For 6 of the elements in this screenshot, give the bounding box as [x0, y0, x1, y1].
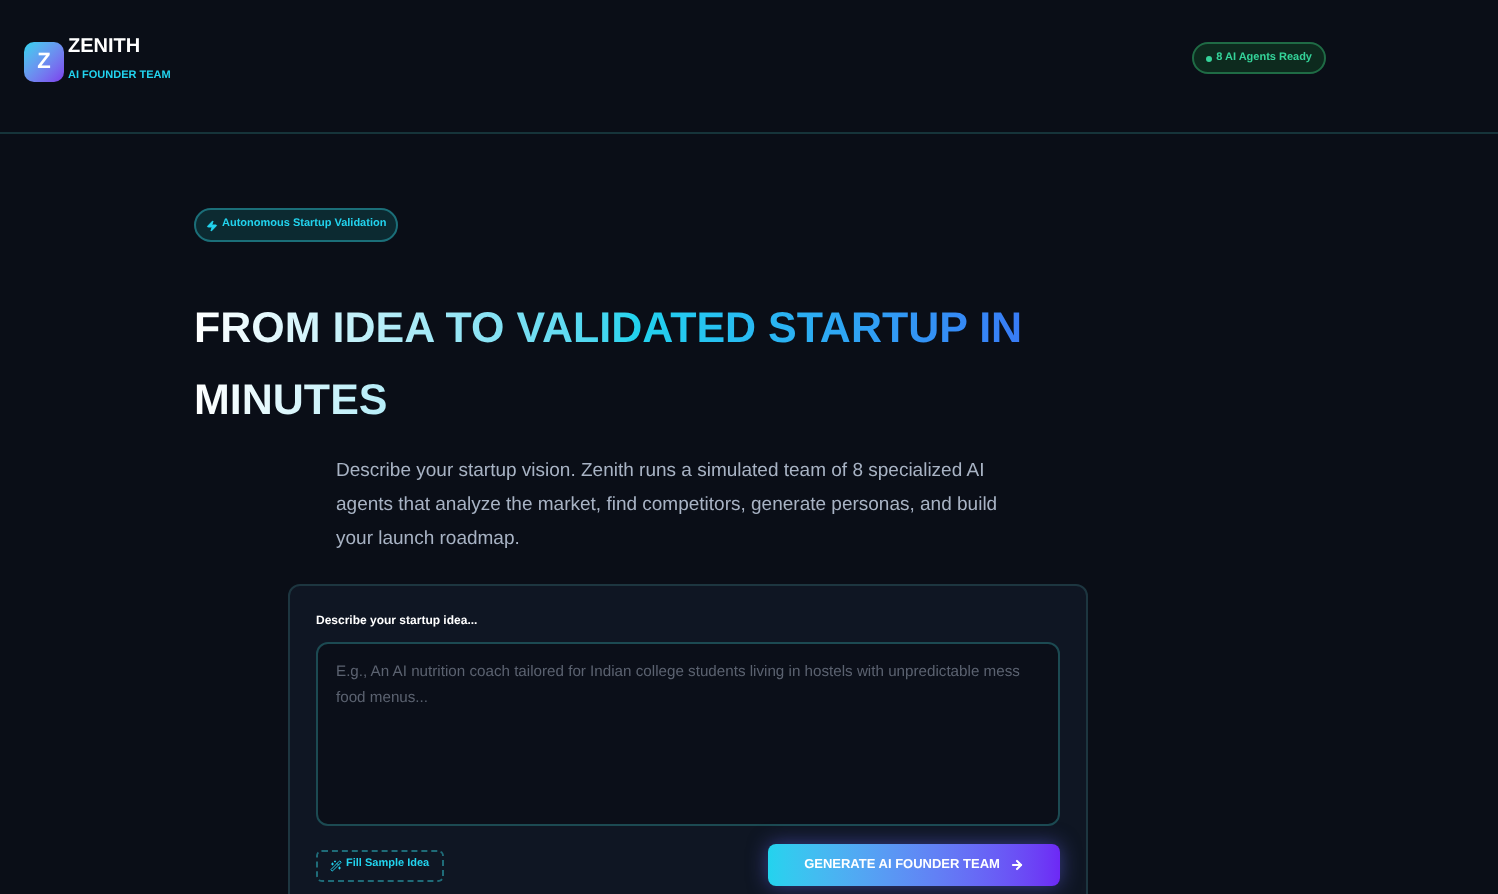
- wand-icon: [330, 859, 342, 871]
- arrow-right-icon: [1009, 858, 1024, 872]
- hero-description: Describe your startup vision. Zenith runs a simulated team of 8 specialized AI agents that analyze the market, find competitors, generate personas, and build your launch roadmap.: [336, 458, 1000, 554]
- brand-name: ZENITH: [68, 36, 143, 60]
- lightning-icon: [206, 219, 218, 231]
- logo-badge: Z: [24, 42, 64, 82]
